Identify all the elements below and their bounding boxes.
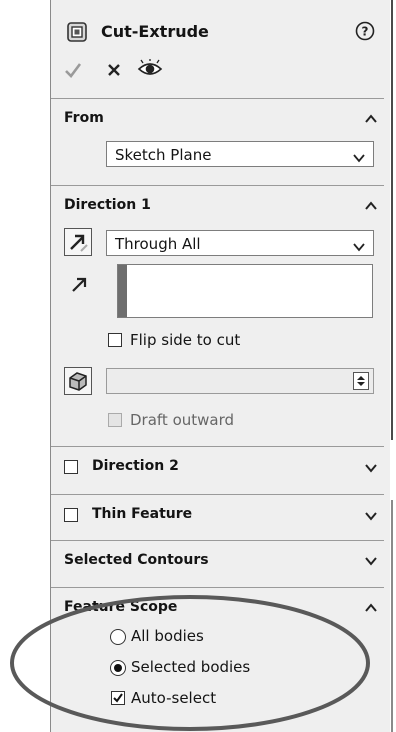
highlight-ellipse-annotation [10,595,370,731]
